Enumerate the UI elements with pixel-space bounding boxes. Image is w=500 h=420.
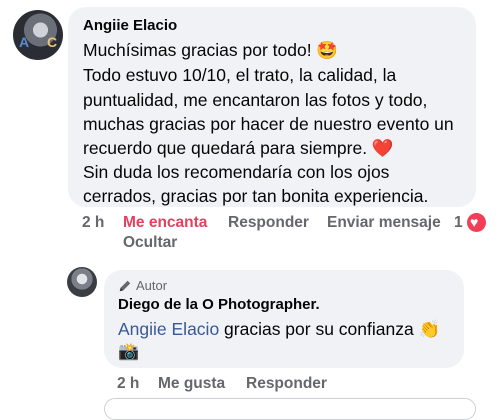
reply-text: Angiie Elacio gracias por su confianza 👏 <box>118 317 440 341</box>
reply-time[interactable]: 2 h <box>117 375 139 393</box>
commenter-avatar[interactable]: A C <box>13 10 63 60</box>
like-button[interactable]: Me gusta <box>158 375 225 393</box>
love-reaction-button[interactable]: Me encanta <box>123 214 207 232</box>
author-badge: Autor <box>118 278 167 293</box>
reply-reply-button[interactable]: Responder <box>246 375 327 393</box>
comment-line: Todo estuvo 10/10, el trato, la calidad,… <box>83 65 397 85</box>
send-message-button[interactable]: Enviar mensaje <box>327 214 441 232</box>
mention-link[interactable]: Angiie Elacio <box>118 319 219 339</box>
avatar-letter-1: A <box>19 34 30 50</box>
comment-line: recuerdo que quedará para siempre. ❤️ <box>83 138 394 158</box>
comment-line: muchas gracias por hacer de nuestro even… <box>83 114 454 134</box>
comment-time[interactable]: 2 h <box>82 214 104 232</box>
reaction-count[interactable]: 1 <box>454 214 463 232</box>
comment-line: cerrados, gracias por tan bonita experie… <box>83 186 429 206</box>
hide-button[interactable]: Ocultar <box>123 234 177 252</box>
reply-button[interactable]: Responder <box>228 214 309 232</box>
heart-reaction-icon[interactable] <box>467 213 486 232</box>
comment-line: puntualidad, me encantaron las fotos y t… <box>83 90 428 110</box>
author-badge-label: Autor <box>136 278 168 293</box>
comment-line: Sin duda los recomendaría con los ojos <box>83 162 390 182</box>
reply-message: gracias por su confianza 👏 <box>219 319 441 339</box>
author-avatar[interactable] <box>67 267 97 297</box>
pencil-icon <box>119 280 131 291</box>
camera-emoji: 📸 <box>118 342 140 361</box>
avatar-letter-2: C <box>47 34 58 50</box>
reply-author[interactable]: Diego de la O Photographer. <box>118 296 320 313</box>
reply-composer-input[interactable] <box>104 398 476 420</box>
comment-author[interactable]: Angiie Elacio <box>83 17 177 34</box>
comment-line: Muchísimas gracias por todo! 🤩 <box>83 40 339 60</box>
